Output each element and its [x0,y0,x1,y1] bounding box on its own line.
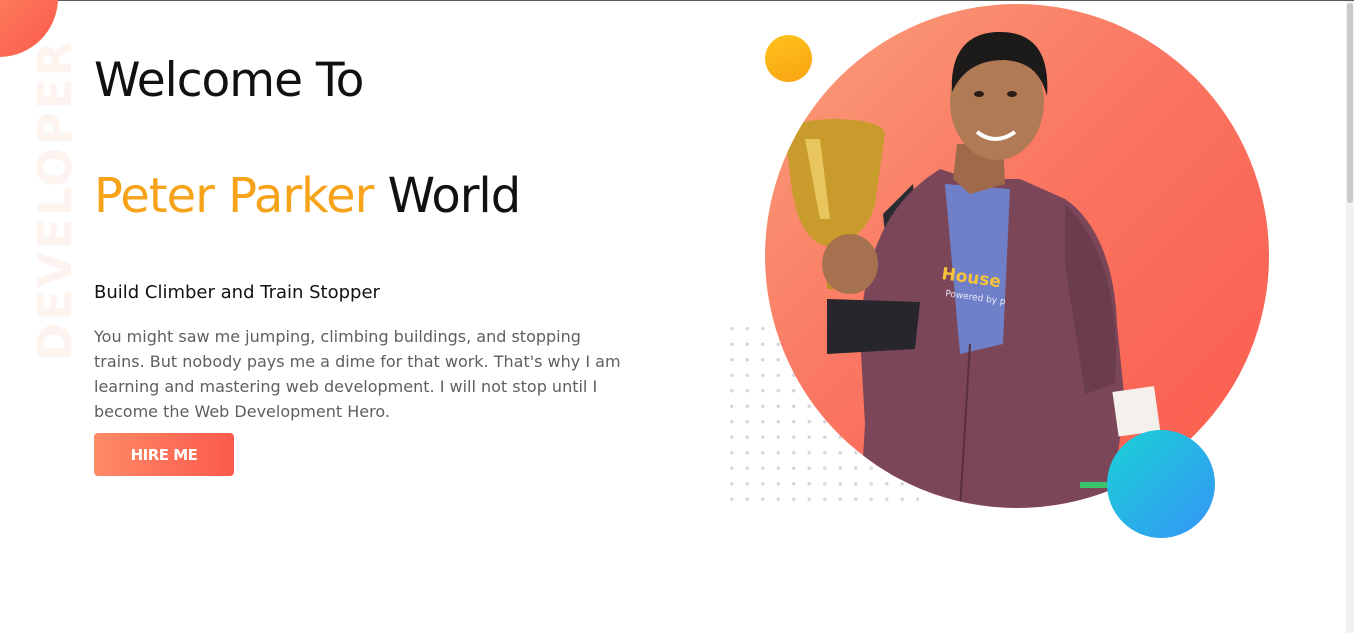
trophy-cup [785,119,885,246]
page-scrollbar[interactable] [1346,1,1354,633]
name-rest: World [387,168,522,224]
name-heading: Peter Parker World [94,168,522,224]
name-highlight: Peter Parker [94,168,374,224]
portrait-image: House Powered by p [785,32,1161,508]
hire-me-button[interactable]: HIRE ME [94,433,234,476]
trophy-base [827,299,920,354]
developer-watermark: DEVELOPER [28,39,82,361]
welcome-heading: Welcome To [94,53,364,108]
badge-card [1112,386,1161,437]
hand [822,234,878,294]
eye-left [974,91,984,97]
hero-bio: You might saw me jumping, climbing build… [94,327,621,421]
hero-subtitle: Build Climber and Train Stopper [94,282,380,303]
scrollbar-thumb[interactable] [1347,3,1353,203]
blue-circle-decoration [1107,430,1215,538]
hero-portrait-circle: House Powered by p [765,4,1269,508]
eye-right [1007,91,1017,97]
